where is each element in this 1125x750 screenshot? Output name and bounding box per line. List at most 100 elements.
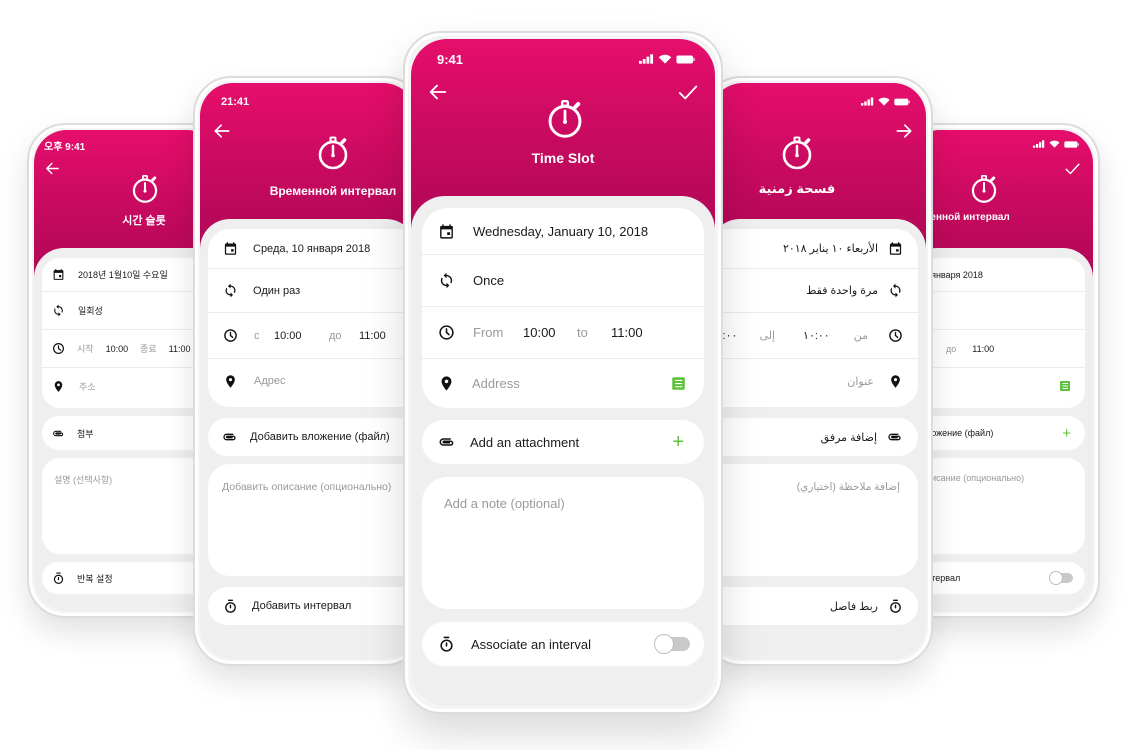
clock-icon <box>223 328 238 343</box>
note-input[interactable]: Добавить описание (опционально) <box>907 458 1085 554</box>
attachment-row[interactable]: Add an attachment + <box>422 420 704 464</box>
status-time: 21:41 <box>221 96 250 108</box>
details-card: Wednesday, January 10, 2018 Once From 10… <box>422 208 704 408</box>
timer-icon <box>888 599 903 614</box>
form-sheet: الأربعاء ١٠ يناير ٢٠١٨ مرة واحدة فقط من … <box>710 219 926 659</box>
date-row[interactable]: Среда, 10 января 2018 <box>907 258 1085 292</box>
note-placeholder: Добавить описание (опционально) <box>222 481 392 493</box>
address-input[interactable]: عنوان <box>847 375 874 388</box>
date-row[interactable]: Wednesday, January 10, 2018 <box>422 208 704 255</box>
paperclip-icon <box>887 429 903 445</box>
to-time[interactable]: 11:00 <box>611 325 643 340</box>
address-input[interactable]: Address <box>472 376 654 391</box>
back-button[interactable] <box>427 81 449 103</box>
form-sheet: Среда, 10 января 2018 Один раз с 10:00 д… <box>907 248 1093 611</box>
time-row: من ١٠:٠٠ إلى ١١:٠٠ <box>710 313 918 359</box>
interval-label: Associate an interval <box>471 636 591 652</box>
repeat-row[interactable]: Once <box>422 255 704 307</box>
repeat-value: Один раз <box>253 284 301 297</box>
repeat-row[interactable]: Один раз <box>208 269 416 313</box>
address-input[interactable]: 주소 <box>79 380 96 393</box>
location-pin-icon <box>223 374 238 389</box>
repeat-row[interactable]: مرة واحدة فقط <box>710 269 918 313</box>
interval-row[interactable]: Associate an interval <box>422 622 704 666</box>
interval-toggle[interactable] <box>1049 571 1073 585</box>
checkmark-icon <box>677 81 699 103</box>
stopwatch-icon <box>313 133 353 173</box>
wifi-icon <box>658 54 672 64</box>
wifi-icon <box>878 97 890 106</box>
address-row[interactable]: Address <box>422 359 704 408</box>
form-sheet: Среда, 10 января 2018 Один раз с 10:00 д… <box>200 219 416 659</box>
location-pin-icon <box>438 375 455 392</box>
date-value: Среда, 10 января 2018 <box>253 242 371 255</box>
arrow-left-icon[interactable] <box>212 121 232 141</box>
note-input[interactable]: Добавить описание (опционально) <box>208 464 416 576</box>
repeat-value: Once <box>473 273 505 288</box>
stopwatch-icon <box>777 133 817 173</box>
status-icons <box>639 54 695 64</box>
paperclip-icon <box>222 429 238 445</box>
attachment-row[interactable]: Добавить вложение (файл) <box>208 418 416 456</box>
note-input[interactable]: إضافة ملاحظة (اختياري) <box>710 464 918 576</box>
clock-icon <box>52 342 65 355</box>
time-row: с 10:00 до 11:00 <box>208 313 416 359</box>
attachment-row[interactable]: إضافة مرفق <box>710 418 918 456</box>
repeat-icon <box>52 304 65 317</box>
address-list-icon[interactable] <box>671 376 686 391</box>
add-attachment-button[interactable]: + <box>1062 425 1071 442</box>
address-row[interactable]: Адрес <box>208 359 416 403</box>
note-placeholder: إضافة ملاحظة (اختياري) <box>796 481 900 493</box>
status-icons <box>861 97 910 106</box>
note-placeholder: 설명 (선택사항) <box>54 475 113 485</box>
confirm-button[interactable] <box>677 81 699 103</box>
to-time[interactable]: 11:00 <box>169 344 191 354</box>
from-label: с <box>254 329 260 342</box>
repeat-row[interactable]: Один раз <box>907 292 1085 330</box>
to-time[interactable]: 11:00 <box>972 344 994 354</box>
interval-row[interactable]: ربط فاصل <box>710 587 918 625</box>
note-input[interactable]: Add a note (optional) <box>422 477 704 609</box>
interval-label: 반복 설정 <box>77 573 113 584</box>
timer-icon <box>52 572 65 585</box>
screen: فسحة زمنية الأربعاء ١٠ يناير ٢٠١٨ مرة وا… <box>710 83 926 659</box>
arrow-right-icon[interactable] <box>894 121 914 141</box>
address-row[interactable]: عنوان <box>710 359 918 403</box>
battery-icon <box>894 98 910 106</box>
date-row[interactable]: Среда, 10 января 2018 <box>208 229 416 269</box>
from-time[interactable]: 10:00 <box>274 330 309 342</box>
stopwatch-icon <box>967 172 1001 206</box>
address-input[interactable]: Адрес <box>254 375 286 387</box>
add-attachment-button[interactable]: + <box>672 431 684 454</box>
to-time[interactable]: 11:00 <box>359 330 386 342</box>
form-sheet: Wednesday, January 10, 2018 Once From 10… <box>411 196 715 706</box>
repeat-value: مرة واحدة فقط <box>806 285 878 297</box>
calendar-icon <box>438 223 455 240</box>
phone-english: 9:41 Time Slot Wednesday, January 10, 20… <box>403 31 723 714</box>
address-row[interactable]: Адрес <box>907 368 1085 404</box>
app-showcase: 오후 9:41 시간 슬롯 2018년 1월10일 수요일 일회성 시작 10:… <box>0 0 1125 750</box>
date-row[interactable]: الأربعاء ١٠ يناير ٢٠١٨ <box>710 229 918 269</box>
interval-row[interactable]: Добавить интервал <box>208 587 416 625</box>
location-pin-icon <box>52 380 65 393</box>
status-time: 9:41 <box>437 52 464 67</box>
attachment-label: Добавить вложение (файл) <box>250 431 390 443</box>
from-time[interactable]: ١٠:٠٠ <box>803 329 830 342</box>
interval-label: ربط فاصل <box>829 600 878 613</box>
address-list-icon[interactable] <box>1059 380 1071 392</box>
interval-toggle[interactable] <box>654 634 690 654</box>
attachment-row[interactable]: Добавить вложение (файл) + <box>907 416 1085 450</box>
repeat-icon <box>223 283 238 298</box>
checkmark-icon[interactable] <box>1064 160 1081 177</box>
details-card: Среда, 10 января 2018 Один раз с 10:00 д… <box>907 258 1085 408</box>
from-time[interactable]: 10:00 <box>523 325 577 340</box>
interval-row[interactable]: Добавить интервал <box>907 562 1085 594</box>
to-label: 종료 <box>140 344 157 354</box>
from-time[interactable]: 10:00 <box>106 344 129 354</box>
date-value: الأربعاء ١٠ يناير ٢٠١٨ <box>782 243 878 255</box>
attachment-label: 첨부 <box>77 428 94 439</box>
arrow-left-icon[interactable] <box>44 160 61 177</box>
to-label: до <box>946 343 957 354</box>
from-label: من <box>853 330 868 342</box>
repeat-value: 일회성 <box>78 306 103 316</box>
